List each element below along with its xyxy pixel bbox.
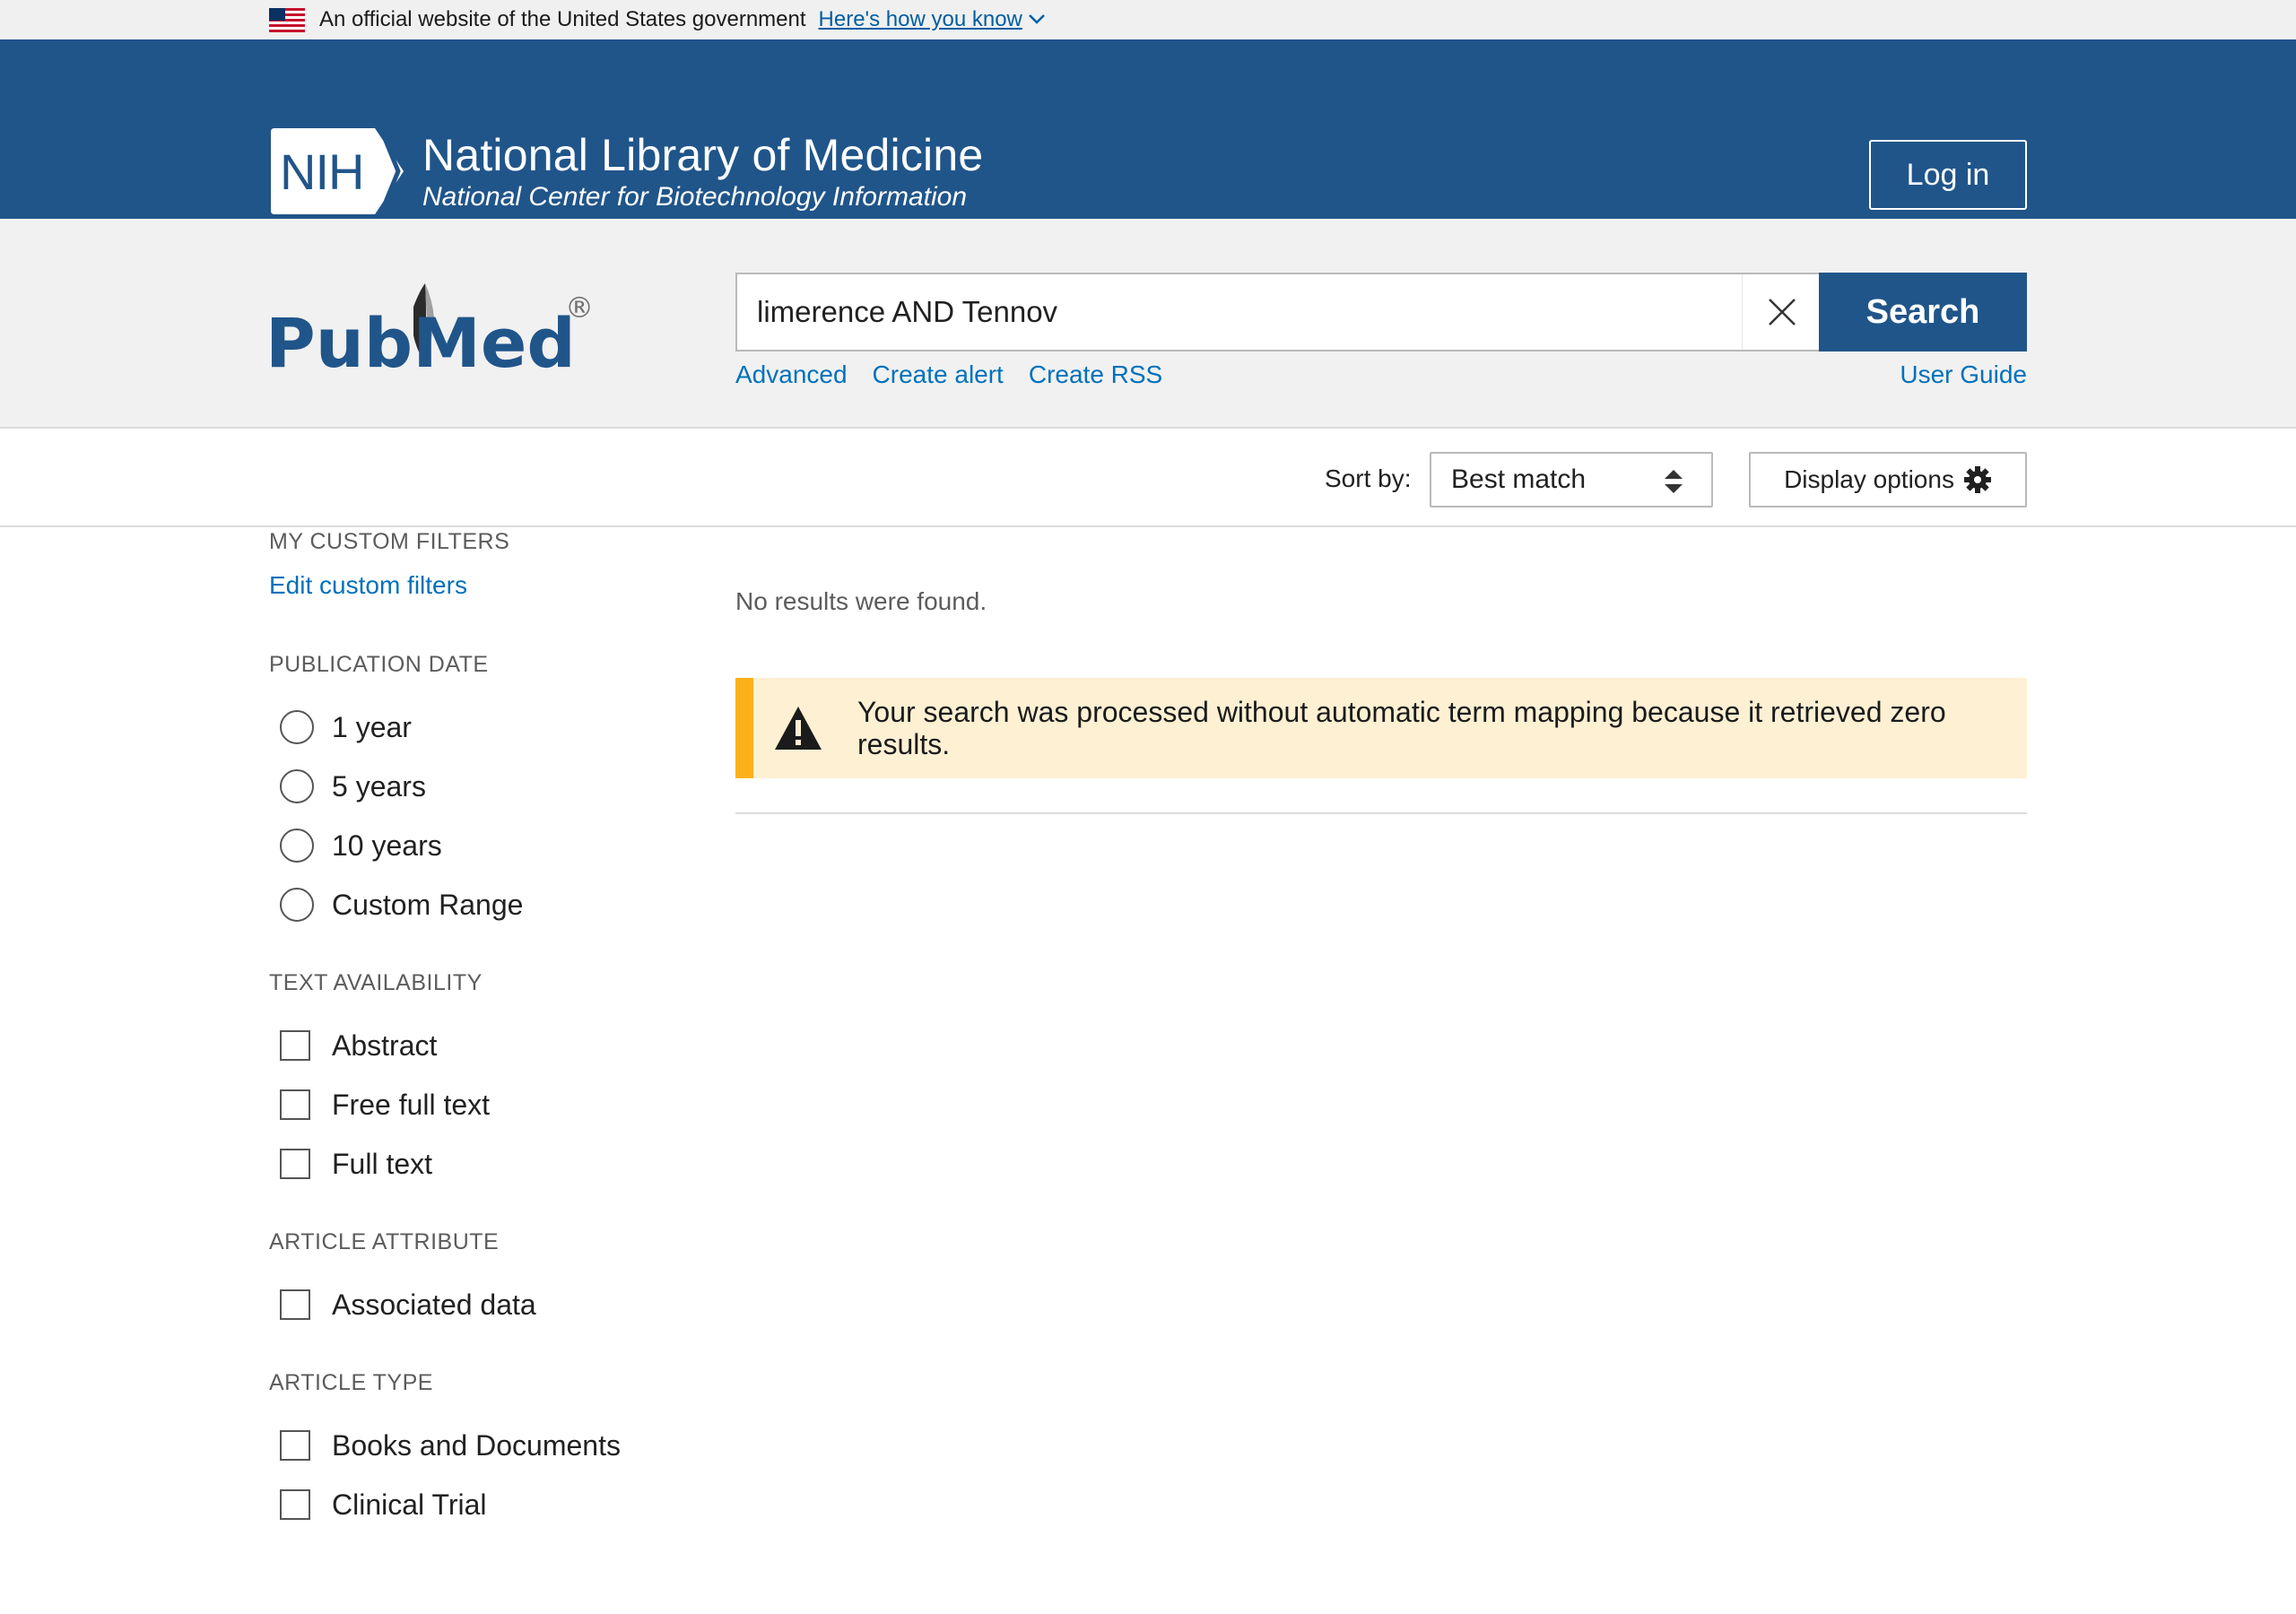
- heres-how-you-know-link[interactable]: Here's how you know: [819, 7, 1022, 32]
- radio-button[interactable]: [280, 829, 314, 863]
- checkbox[interactable]: [280, 1030, 310, 1061]
- search-box: [735, 273, 1821, 351]
- gov-banner: An official website of the United States…: [0, 0, 2296, 39]
- edit-custom-filters-link[interactable]: Edit custom filters: [269, 571, 682, 600]
- option-label: 10 years: [332, 829, 442, 862]
- full-text-option[interactable]: Full text: [269, 1134, 682, 1193]
- warning-icon: [775, 707, 822, 750]
- nlm-title: National Library of Medicine: [422, 130, 984, 180]
- abstract-option[interactable]: Abstract: [269, 1016, 682, 1075]
- create-alert-link[interactable]: Create alert: [873, 360, 1004, 389]
- sort-value: Best match: [1451, 464, 1587, 494]
- custom-filters-group: MY CUSTOM FILTERS Edit custom filters: [269, 529, 682, 600]
- custom-filters-heading: MY CUSTOM FILTERS: [269, 529, 510, 554]
- pubmed-logo-text: PubMed: [265, 303, 576, 380]
- article-attribute-heading: ARTICLE ATTRIBUTE: [269, 1229, 500, 1254]
- publication-date-heading: PUBLICATION DATE: [269, 652, 489, 677]
- chevron-down-icon[interactable]: [1028, 11, 1046, 30]
- pubdate-10-years-option[interactable]: 10 years: [269, 816, 682, 875]
- login-button[interactable]: Log in: [1869, 140, 2027, 210]
- option-label: Abstract: [332, 1028, 438, 1062]
- search-input[interactable]: [737, 274, 1742, 350]
- results-divider: [735, 812, 2027, 814]
- option-label: Full text: [332, 1147, 433, 1180]
- article-attribute-group: ARTICLE ATTRIBUTE Associated data: [269, 1229, 682, 1334]
- checkbox[interactable]: [280, 1089, 310, 1120]
- pubdate-1-year-option[interactable]: 1 year: [269, 698, 682, 757]
- advanced-search-link[interactable]: Advanced: [735, 360, 848, 389]
- display-options-label: Display options: [1784, 465, 1954, 493]
- clinical-trial-option[interactable]: Clinical Trial: [269, 1475, 682, 1534]
- sort-arrows-icon: [1665, 470, 1683, 493]
- option-label: 5 years: [332, 769, 426, 803]
- sort-select[interactable]: Best match: [1430, 452, 1713, 508]
- create-rss-link[interactable]: Create RSS: [1029, 360, 1162, 389]
- pubmed-logo[interactable]: PubMed ®: [265, 264, 597, 385]
- radio-button[interactable]: [280, 769, 314, 803]
- free-full-text-option[interactable]: Free full text: [269, 1075, 682, 1134]
- search-links: Advanced Create alert Create RSS: [735, 360, 1162, 389]
- radio-button[interactable]: [280, 888, 314, 922]
- checkbox[interactable]: [280, 1489, 310, 1520]
- option-label: Clinical Trial: [332, 1488, 487, 1521]
- ncbi-subtitle: National Center for Biotechnology Inform…: [422, 182, 968, 212]
- option-label: Associated data: [332, 1288, 536, 1321]
- nih-header: NIH National Library of Medicine Nationa…: [0, 39, 2296, 219]
- display-options-button[interactable]: Display options: [1749, 452, 2027, 508]
- text-availability-heading: TEXT AVAILABILITY: [269, 970, 483, 995]
- option-label: Custom Range: [332, 888, 524, 921]
- checkbox[interactable]: [280, 1430, 310, 1461]
- associated-data-option[interactable]: Associated data: [269, 1275, 682, 1334]
- publication-date-group: PUBLICATION DATE 1 year 5 years 10 years…: [269, 652, 682, 934]
- books-and-documents-option[interactable]: Books and Documents: [269, 1416, 682, 1475]
- sort-label: Sort by:: [1325, 464, 1412, 492]
- warning-alert: Your search was processed without automa…: [735, 678, 2027, 778]
- pubdate-custom-range-option[interactable]: Custom Range: [269, 875, 682, 934]
- gov-banner-text: An official website of the United States…: [319, 7, 806, 31]
- option-label: Free full text: [332, 1088, 491, 1121]
- nih-badge-text: NIH: [280, 143, 364, 200]
- article-type-heading: ARTICLE TYPE: [269, 1370, 433, 1395]
- checkbox[interactable]: [280, 1149, 310, 1179]
- search-band: PubMed ® Search Advanced Create alert Cr…: [0, 219, 2296, 429]
- gear-icon: [1963, 466, 1991, 493]
- radio-button[interactable]: [280, 710, 314, 744]
- article-type-group: ARTICLE TYPE Books and Documents Clinica…: [269, 1370, 682, 1534]
- text-availability-group: TEXT AVAILABILITY Abstract Free full tex…: [269, 970, 682, 1193]
- close-icon: [1768, 299, 1796, 325]
- us-flag-icon: [269, 7, 305, 32]
- user-guide-link[interactable]: User Guide: [1900, 360, 2027, 389]
- search-button[interactable]: Search: [1819, 273, 2027, 351]
- sort-bar: Sort by: Best match Display options: [0, 429, 2296, 527]
- checkbox[interactable]: [280, 1289, 310, 1320]
- warning-text: Your search was processed without automa…: [857, 696, 1946, 760]
- clear-search-button[interactable]: [1742, 274, 1821, 350]
- option-label: Books and Documents: [332, 1428, 621, 1462]
- registered-mark: ®: [565, 291, 594, 325]
- no-results-message: No results were found.: [735, 587, 987, 615]
- nih-logo[interactable]: NIH National Library of Medicine Nationa…: [269, 126, 983, 216]
- option-label: 1 year: [332, 710, 412, 743]
- pubdate-5-years-option[interactable]: 5 years: [269, 757, 682, 816]
- filters-sidebar: MY CUSTOM FILTERS Edit custom filters PU…: [269, 529, 682, 1534]
